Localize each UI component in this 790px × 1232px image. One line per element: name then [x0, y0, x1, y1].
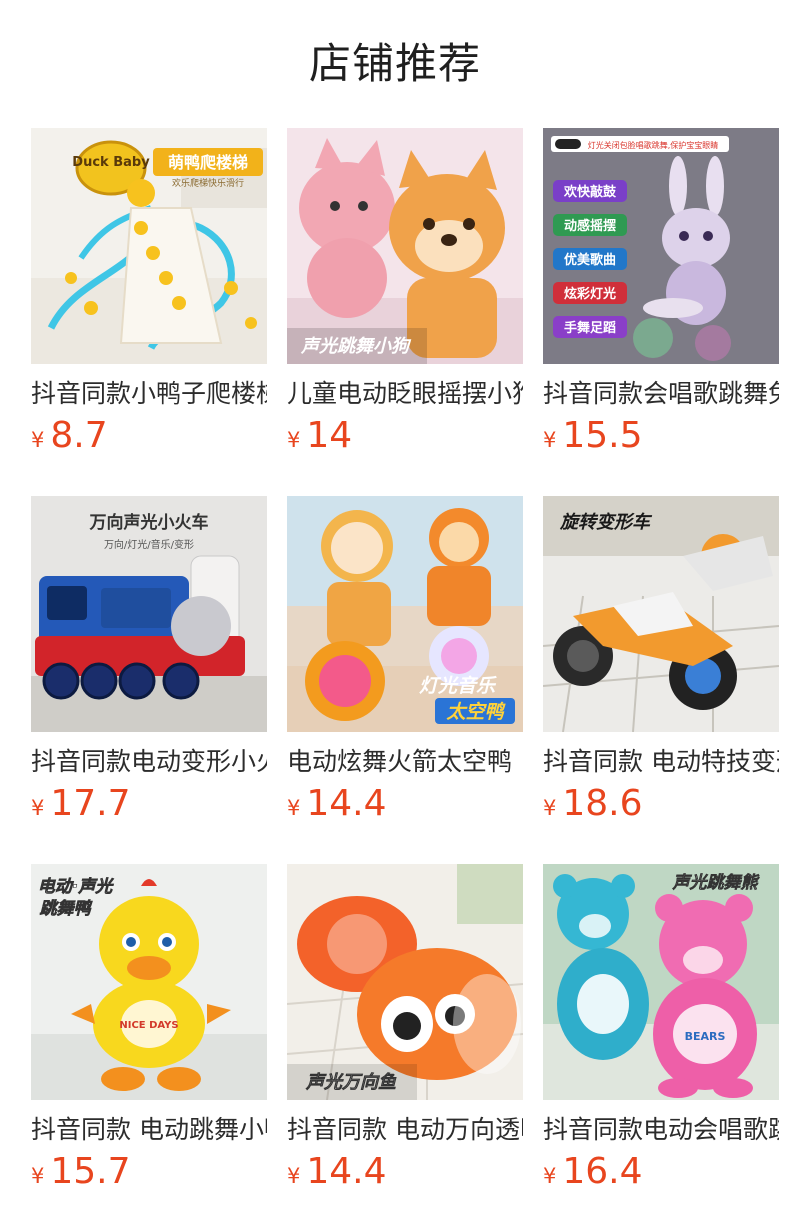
- price-value: 8.7: [50, 415, 108, 456]
- product-price: ¥18.6: [543, 784, 779, 824]
- product-card[interactable]: 电动·声光 跳舞鸭 NICE DAYS 抖音同款 电动跳舞小鸭 ¥15.7: [31, 864, 267, 1232]
- duck-stairs-image[interactable]: 萌鸭爬楼梯 欢乐爬梯快乐滑行 Duck Baby: [31, 128, 267, 364]
- product-card[interactable]: 声光跳舞小狗 儿童电动眨眼摇摆小狗 ¥14: [287, 128, 523, 496]
- price-value: 14.4: [306, 783, 387, 824]
- image-label: 萌鸭爬楼梯: [168, 153, 248, 172]
- product-name[interactable]: 抖音同款 电动跳舞小鸭: [31, 1113, 267, 1147]
- currency-symbol: ¥: [543, 796, 557, 820]
- product-price: ¥15.5: [543, 416, 779, 456]
- image-tag: 炫彩灯光: [564, 286, 616, 302]
- price-value: 16.4: [562, 1151, 643, 1192]
- clownfish-image[interactable]: 声光万向鱼: [287, 864, 523, 1100]
- space-duck-image[interactable]: 灯光音乐 太空鸭: [287, 496, 523, 732]
- price-value: 14: [306, 415, 353, 456]
- product-card[interactable]: 萌鸭爬楼梯 欢乐爬梯快乐滑行 Duck Baby 抖音同款小鸭子爬楼梯 ¥8.7: [31, 128, 267, 496]
- image-label: 旋转变形车: [559, 512, 653, 533]
- image-badge: NICE DAYS: [119, 1020, 178, 1031]
- product-name[interactable]: 抖音同款小鸭子爬楼梯: [31, 377, 267, 411]
- product-card[interactable]: 灯光音乐 太空鸭 电动炫舞火箭太空鸭 ¥14.4: [287, 496, 523, 864]
- dancing-dog-image[interactable]: 声光跳舞小狗: [287, 128, 523, 364]
- page-title: 店铺推荐: [308, 39, 481, 88]
- product-name[interactable]: 抖音同款电动变形小火车: [31, 745, 267, 779]
- price-value: 15.5: [562, 415, 643, 456]
- image-label-2: 太空鸭: [445, 701, 506, 723]
- product-card[interactable]: 万向声光小火车 万向/灯光/音乐/变形 抖音同款电动变形小火车 ¥17.7: [31, 496, 267, 864]
- image-tag: 优美歌曲: [564, 252, 616, 268]
- product-grid: 萌鸭爬楼梯 欢乐爬梯快乐滑行 Duck Baby 抖音同款小鸭子爬楼梯 ¥8.7: [31, 128, 779, 1232]
- dancing-bear-image[interactable]: 声光跳舞熊 BEARS: [543, 864, 779, 1100]
- currency-symbol: ¥: [287, 1164, 301, 1188]
- currency-symbol: ¥: [287, 428, 301, 452]
- product-price: ¥8.7: [31, 416, 267, 456]
- currency-symbol: ¥: [287, 796, 301, 820]
- product-price: ¥14: [287, 416, 523, 456]
- dancing-duck-image[interactable]: 电动·声光 跳舞鸭 NICE DAYS: [31, 864, 267, 1100]
- image-logo: Duck Baby: [72, 155, 150, 170]
- currency-symbol: ¥: [543, 428, 557, 452]
- product-card[interactable]: 灯光关闭包脸唱歌跳舞,保护宝宝眼睛 欢快敲鼓 动感摇摆 优美歌曲 炫彩灯光 手舞…: [543, 128, 779, 496]
- product-name[interactable]: 抖音同款 电动万向透明鱼: [287, 1113, 523, 1147]
- currency-symbol: ¥: [31, 796, 45, 820]
- currency-symbol: ¥: [31, 428, 45, 452]
- image-label: 万向声光小火车: [89, 512, 209, 533]
- product-name[interactable]: 抖音同款 电动特技变形摩托: [543, 745, 779, 779]
- currency-symbol: ¥: [31, 1164, 45, 1188]
- toy-train-image[interactable]: 万向声光小火车 万向/灯光/音乐/变形: [31, 496, 267, 732]
- product-price: ¥15.7: [31, 1152, 267, 1192]
- image-sublabel: 欢乐爬梯快乐滑行: [172, 177, 244, 189]
- product-name[interactable]: 儿童电动眨眼摇摆小狗: [287, 377, 523, 411]
- image-label: 灯光音乐: [419, 675, 497, 697]
- product-name[interactable]: 电动炫舞火箭太空鸭: [287, 745, 523, 779]
- product-card[interactable]: 旋转变形车 抖音同款 电动特技变形摩托 ¥18.6: [543, 496, 779, 864]
- drum-rabbit-image[interactable]: 灯光关闭包脸唱歌跳舞,保护宝宝眼睛 欢快敲鼓 动感摇摆 优美歌曲 炫彩灯光 手舞…: [543, 128, 779, 364]
- image-label: 声光万向鱼: [305, 1072, 397, 1093]
- product-price: ¥14.4: [287, 784, 523, 824]
- price-value: 15.7: [50, 1151, 131, 1192]
- price-value: 18.6: [562, 783, 643, 824]
- image-label: 声光跳舞小狗: [300, 336, 412, 357]
- image-label: 声光跳舞熊: [672, 873, 761, 893]
- stunt-motorcycle-image[interactable]: 旋转变形车: [543, 496, 779, 732]
- image-badge: BEARS: [685, 1030, 726, 1043]
- product-name[interactable]: 抖音同款电动会唱歌跳舞熊: [543, 1113, 779, 1147]
- image-banner: 灯光关闭包脸唱歌跳舞,保护宝宝眼睛: [588, 140, 719, 150]
- image-sublabel: 万向/灯光/音乐/变形: [104, 538, 194, 551]
- product-price: ¥16.4: [543, 1152, 779, 1192]
- image-label: 电动·声光: [38, 877, 114, 897]
- price-value: 17.7: [50, 783, 131, 824]
- product-name[interactable]: 抖音同款会唱歌跳舞兔子: [543, 377, 779, 411]
- image-label-2: 跳舞鸭: [40, 899, 94, 919]
- image-tag: 手舞足蹈: [564, 320, 616, 336]
- currency-symbol: ¥: [543, 1164, 557, 1188]
- product-price: ¥14.4: [287, 1152, 523, 1192]
- product-card[interactable]: 声光跳舞熊 BEARS 抖音同款电动会唱歌跳舞熊 ¥16.4: [543, 864, 779, 1232]
- image-tag: 动感摇摆: [564, 218, 616, 234]
- price-value: 14.4: [306, 1151, 387, 1192]
- image-tag: 欢快敲鼓: [563, 184, 617, 200]
- product-price: ¥17.7: [31, 784, 267, 824]
- product-card[interactable]: 声光万向鱼 抖音同款 电动万向透明鱼 ¥14.4: [287, 864, 523, 1232]
